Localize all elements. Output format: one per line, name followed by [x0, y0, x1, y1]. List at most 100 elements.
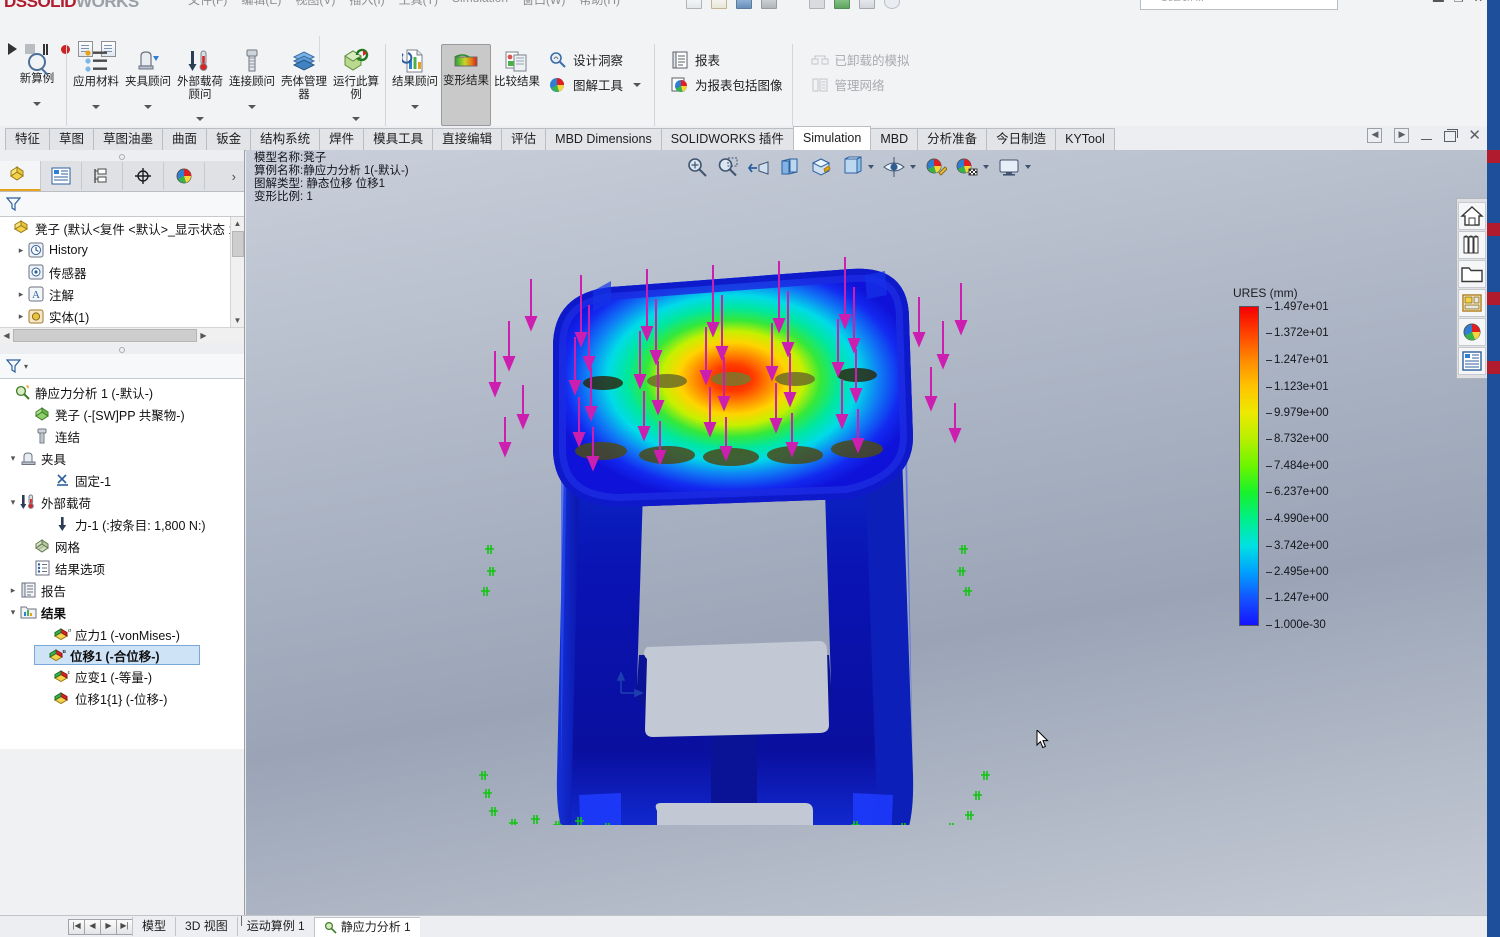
section-view-icon[interactable]: [779, 156, 801, 178]
assembly-feature-tree[interactable]: 凳子 (默认<复件 <默认>_显示状态 1 ▸ History 传感器 ▸ A …: [0, 217, 244, 327]
sim-row-results-folder[interactable]: ▾ 结果: [0, 601, 234, 623]
deformed-result-button[interactable]: 变形结果: [441, 44, 491, 126]
previous-view-icon[interactable]: [748, 156, 770, 178]
scroll-up-button[interactable]: ▲: [231, 217, 244, 230]
results-advisor-dropdown-caret[interactable]: [411, 104, 419, 109]
home-icon[interactable]: [1458, 202, 1486, 230]
open-icon[interactable]: [711, 0, 727, 9]
tree-row-solid-bodies[interactable]: ▸ 实体(1): [0, 305, 231, 327]
status-tab-static-study[interactable]: 静应力分析 1: [313, 916, 420, 937]
tree-expander[interactable]: ▸: [14, 289, 28, 300]
tab-mbd[interactable]: MBD: [870, 128, 919, 150]
window-restore-icon[interactable]: ❐: [1454, 0, 1464, 5]
task-pane[interactable]: [1456, 198, 1487, 379]
fixture-advisor-button[interactable]: 夹具顾问: [122, 44, 174, 109]
sim-row-fixed-geometry[interactable]: 固定-1: [0, 469, 234, 491]
connections-advisor-button[interactable]: 连接顾问: [226, 44, 278, 109]
view-orientation-icon[interactable]: [810, 156, 832, 178]
tree-expander[interactable]: ▸: [14, 245, 28, 256]
new-study-button[interactable]: 新算例: [11, 44, 63, 106]
options-icon[interactable]: [859, 0, 875, 9]
fixture-advisor-dropdown-caret[interactable]: [144, 104, 152, 109]
zoom-to-area-icon[interactable]: [717, 156, 739, 178]
apply-material-button[interactable]: 应用材料: [70, 44, 122, 109]
sim-row-part-material[interactable]: 凳子 (-[SW]PP 共聚物-): [0, 403, 234, 425]
close-icon[interactable]: ✕: [1468, 128, 1481, 143]
display-style-dropdown-caret[interactable]: [868, 165, 874, 169]
status-tab-model[interactable]: 模型: [132, 917, 175, 936]
sim-row-fixtures[interactable]: ▾ 夹具: [0, 447, 234, 469]
shell-manager-button[interactable]: 壳体管理器: [278, 44, 330, 101]
tab-analysis-preparation[interactable]: 分析准备: [917, 128, 988, 150]
rebuild-icon[interactable]: [834, 0, 850, 9]
hide-show-dropdown-caret[interactable]: [910, 165, 916, 169]
filter-dropdown-caret[interactable]: ▾: [24, 362, 28, 371]
design-insight-row[interactable]: 设计洞察: [543, 50, 651, 69]
tree-row-sensors[interactable]: 传感器: [0, 261, 231, 283]
nav-next-button[interactable]: ▶: [100, 918, 117, 935]
zoom-to-fit-icon[interactable]: [686, 156, 708, 178]
scroll-down-button[interactable]: ▼: [231, 314, 244, 327]
run-study-dropdown-caret[interactable]: [352, 117, 360, 121]
tab-features[interactable]: 特征: [5, 128, 51, 150]
tab-simulation[interactable]: Simulation: [792, 126, 872, 150]
menu-item-window[interactable]: 窗口(W): [522, 0, 565, 9]
edit-appearance-icon[interactable]: [925, 156, 947, 178]
hscroll-thumb[interactable]: [13, 329, 197, 342]
apply-material-dropdown-caret[interactable]: [92, 104, 100, 109]
sim-row-mesh[interactable]: 网格: [0, 535, 234, 557]
window-minimize-icon[interactable]: ▬: [1433, 0, 1444, 5]
configuration-manager-tab[interactable]: [82, 162, 123, 190]
sim-row-displacement-plot2[interactable]: 位移1{1} (-位移-): [0, 687, 234, 709]
tab-sketch-ink[interactable]: 草图油墨: [93, 128, 164, 150]
menu-item-edit[interactable]: 编辑(E): [241, 0, 281, 9]
menu-item-view[interactable]: 视图(V): [295, 0, 335, 9]
select-icon[interactable]: [809, 0, 825, 9]
nav-prev-button[interactable]: ◀: [84, 918, 101, 935]
tree-expander[interactable]: ▸: [6, 585, 20, 596]
display-manager-tab[interactable]: [164, 162, 205, 190]
simulation-tree-filter[interactable]: ▾: [0, 354, 244, 379]
pane-gripper-middle[interactable]: [0, 343, 244, 354]
tab-direct-editing[interactable]: 直接编辑: [432, 128, 503, 150]
status-tab-motion-study[interactable]: 运动算例 1: [236, 917, 314, 936]
nav-last-button[interactable]: ▶|: [116, 918, 133, 935]
file-explorer-icon[interactable]: [1458, 260, 1486, 288]
nav-first-button[interactable]: |◀: [68, 918, 85, 935]
undo-icon[interactable]: [786, 0, 800, 8]
sim-row-report[interactable]: ▸ 报告: [0, 579, 234, 601]
sim-row-stress-plot[interactable]: σ 应力1 (-vonMises-): [0, 623, 234, 645]
new-study-dropdown-caret[interactable]: [33, 101, 41, 106]
include-image-for-report-row[interactable]: 为报表包括图像: [665, 75, 789, 94]
tree-row-assembly[interactable]: 凳子 (默认<复件 <默认>_显示状态 1: [0, 217, 235, 239]
menu-item-tools[interactable]: 工具(T): [399, 0, 438, 9]
graphics-viewport[interactable]: 模型名称:凳子 算例名称:静应力分析 1(-默认-) 图解类型: 静态位移 位移…: [246, 150, 1487, 916]
tree-expander[interactable]: ▸: [14, 311, 28, 322]
tab-kytool[interactable]: KYTool: [1055, 128, 1115, 150]
dimxpert-tab[interactable]: [123, 162, 164, 190]
display-style-icon[interactable]: [841, 156, 863, 178]
window-controls[interactable]: ▬ ❐ ✕: [1433, 0, 1483, 5]
compare-results-button[interactable]: 比较结果: [491, 44, 543, 89]
sim-row-connections[interactable]: 连结: [0, 425, 234, 447]
property-manager-tab[interactable]: [41, 162, 82, 190]
menu-item-simulation[interactable]: Simulation: [452, 0, 508, 9]
menu-item-file[interactable]: 文件(F): [188, 0, 227, 9]
results-advisor-button[interactable]: 结果顾问: [389, 44, 441, 109]
status-tab-3d-views[interactable]: 3D 视图: [175, 917, 237, 936]
pane-gripper-top[interactable]: [0, 150, 244, 161]
restore-prev-icon[interactable]: ◀: [1367, 128, 1383, 143]
window-close-icon[interactable]: ✕: [1474, 0, 1483, 5]
tab-manufacture-today[interactable]: 今日制造: [986, 128, 1057, 150]
sim-row-static-study[interactable]: 静应力分析 1 (-默认-): [0, 381, 234, 403]
tab-weldments[interactable]: 焊件: [319, 128, 365, 150]
view-settings-icon[interactable]: [998, 156, 1020, 178]
simulation-study-tree[interactable]: 静应力分析 1 (-默认-) 凳子 (-[SW]PP 共聚物-) 连结 ▾ 夹具…: [0, 379, 244, 749]
view-toolbar[interactable]: [686, 156, 1031, 178]
plot-tools-dropdown-caret[interactable]: [633, 82, 642, 87]
connections-advisor-dropdown-caret[interactable]: [248, 104, 256, 109]
minimize-icon[interactable]: [1421, 139, 1433, 140]
stool-fea-model[interactable]: [461, 255, 1001, 825]
menu-item-insert[interactable]: 插入(I): [349, 0, 384, 9]
feature-manager-tabs[interactable]: ›: [0, 161, 244, 192]
